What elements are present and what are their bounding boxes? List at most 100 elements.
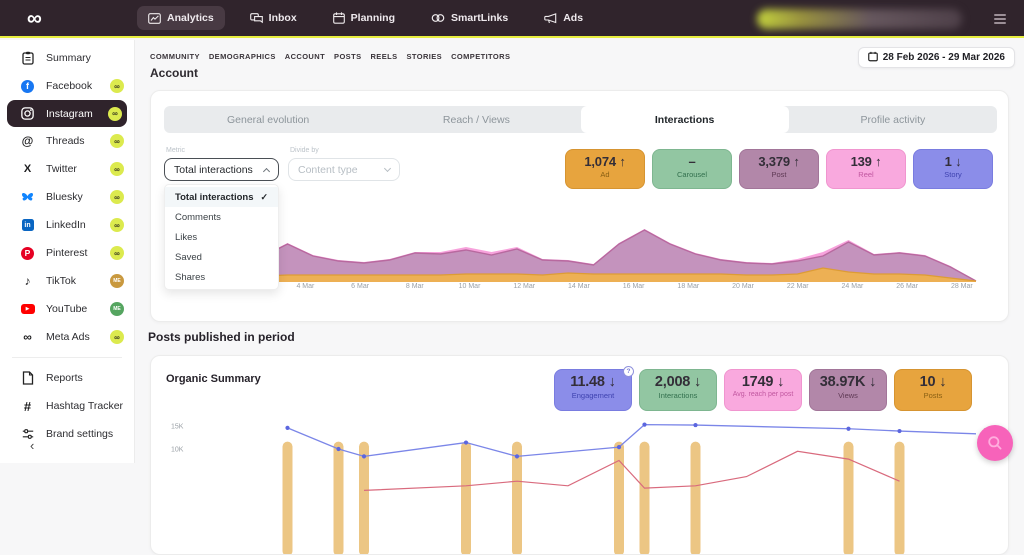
stat-views[interactable]: 38.97K ↓ Views (809, 369, 887, 411)
stat-story[interactable]: 1 ↓ Story (913, 149, 993, 189)
zoom-fab-button[interactable] (977, 425, 1013, 461)
tab-reels[interactable]: REELS (370, 52, 397, 61)
bar[interactable] (512, 442, 522, 555)
sidebar-item-summary[interactable]: Summary (0, 44, 134, 72)
data-point[interactable] (693, 423, 697, 427)
sidebar-item-linkedin[interactable]: in LinkedIn ∞ (0, 211, 134, 239)
metricool-badge-icon: ∞ (110, 162, 124, 176)
x-tick-label: 24 Mar (835, 283, 869, 290)
account-card: General evolution Reach / Views Interact… (150, 90, 1009, 322)
date-range-picker[interactable]: 28 Feb 2026 - 29 Mar 2026 (858, 47, 1015, 68)
account-initials-badge: ME (110, 274, 124, 288)
stat-reel[interactable]: 139 ↑ Reel (826, 149, 906, 189)
sidebar-item-pinterest[interactable]: P Pinterest ∞ (0, 239, 134, 267)
nav-label: Planning (351, 12, 395, 24)
data-point[interactable] (642, 423, 646, 427)
tab-profile-activity[interactable]: Profile activity (789, 106, 997, 133)
sidebar-collapse-chevron[interactable]: ‹ (30, 438, 34, 453)
document-icon (20, 371, 35, 386)
tab-community[interactable]: COMMUNITY (150, 52, 200, 61)
metricool-badge-icon: ∞ (110, 134, 124, 148)
menu-icon[interactable] (994, 14, 1006, 26)
data-point[interactable] (464, 440, 468, 444)
bar[interactable] (283, 442, 293, 555)
nav-smartlinks[interactable]: SmartLinks (420, 6, 519, 30)
bar[interactable] (640, 442, 650, 555)
stat-engagement[interactable]: ? 11.48 ↓ Engagement (554, 369, 632, 411)
help-icon[interactable]: ? (623, 366, 634, 377)
tab-stories[interactable]: STORIES (407, 52, 443, 61)
sidebar-label: Summary (46, 52, 91, 64)
sidebar-item-tiktok[interactable]: ♪ TikTok ME (0, 267, 134, 295)
stat-avg-reach[interactable]: 1749 ↓ Avg. reach per post (724, 369, 802, 411)
option-shares[interactable]: Shares (165, 267, 278, 287)
date-range-text: 28 Feb 2026 - 29 Mar 2026 (883, 52, 1005, 63)
sidebar-item-instagram[interactable]: Instagram ∞ (7, 100, 127, 127)
nav-label: Analytics (167, 12, 214, 24)
x-tick-label: 28 Mar (945, 283, 979, 290)
content-type-stats: 1,074 ↑ Ad – Carousel 3,379 ↑ Post 139 ↑… (565, 149, 993, 189)
data-point[interactable] (897, 429, 901, 433)
sidebar-label: Facebook (46, 80, 92, 92)
bar[interactable] (614, 442, 624, 555)
bar[interactable] (691, 442, 701, 555)
tab-posts[interactable]: POSTS (334, 52, 361, 61)
metricool-badge-icon: ∞ (110, 246, 124, 260)
user-account-pill[interactable] (757, 9, 962, 29)
nav-analytics[interactable]: Analytics (137, 6, 225, 30)
nav-ads[interactable]: Ads (533, 6, 594, 30)
data-point[interactable] (362, 454, 366, 458)
stat-carousel[interactable]: – Carousel (652, 149, 732, 189)
bar[interactable] (334, 442, 344, 555)
twitter-x-icon: X (20, 162, 35, 177)
tab-account[interactable]: ACCOUNT (285, 52, 325, 61)
data-point[interactable] (336, 447, 340, 451)
tab-interactions[interactable]: Interactions (581, 106, 789, 133)
tab-competitors[interactable]: COMPETITORS (451, 52, 510, 61)
sidebar-item-threads[interactable]: @ Threads ∞ (0, 127, 134, 155)
pinterest-icon: P (20, 246, 35, 261)
inbox-icon (250, 13, 263, 24)
x-tick-label: 18 Mar (671, 283, 705, 290)
tab-demographics[interactable]: DEMOGRAPHICS (209, 52, 276, 61)
sidebar-item-twitter[interactable]: X Twitter ∞ (0, 155, 134, 183)
youtube-icon: ▶ (20, 302, 35, 317)
nav-inbox[interactable]: Inbox (239, 6, 308, 30)
option-total-interactions[interactable]: Total interactions ✓ (165, 187, 278, 207)
sidebar-item-hashtag-tracker[interactable]: # Hashtag Tracker (0, 392, 134, 420)
data-point[interactable] (285, 426, 289, 430)
stat-post[interactable]: 3,379 ↑ Post (739, 149, 819, 189)
sidebar-item-brand-settings[interactable]: Brand settings (0, 420, 134, 448)
stat-interactions[interactable]: 2,008 ↓ Interactions (639, 369, 717, 411)
sidebar-item-meta-ads[interactable]: ∞ Meta Ads ∞ (0, 323, 134, 351)
option-likes[interactable]: Likes (165, 227, 278, 247)
x-tick-label: 14 Mar (562, 283, 596, 290)
views-line (288, 425, 977, 457)
sidebar-item-reports[interactable]: Reports (0, 364, 134, 392)
tab-general-evolution[interactable]: General evolution (164, 106, 372, 133)
data-point[interactable] (617, 445, 621, 449)
stat-posts[interactable]: 10 ↓ Posts (894, 369, 972, 411)
metric-select[interactable]: Total interactions (164, 158, 279, 181)
nav-label: Ads (563, 12, 583, 24)
option-comments[interactable]: Comments (165, 207, 278, 227)
option-saved[interactable]: Saved (165, 247, 278, 267)
divide-by-value: Content type (298, 164, 358, 176)
bar[interactable] (461, 442, 471, 555)
posts-section-title: Posts published in period (148, 330, 295, 344)
divide-by-select[interactable]: Content type (288, 158, 400, 181)
stat-ad[interactable]: 1,074 ↑ Ad (565, 149, 645, 189)
sidebar-item-facebook[interactable]: f Facebook ∞ (0, 72, 134, 100)
metricool-logo[interactable]: ∞ (27, 8, 41, 29)
sidebar-item-bluesky[interactable]: Bluesky ∞ (0, 183, 134, 211)
metricool-badge-icon: ∞ (110, 330, 124, 344)
tab-reach-views[interactable]: Reach / Views (372, 106, 580, 133)
nav-planning[interactable]: Planning (322, 6, 406, 30)
data-point[interactable] (515, 454, 519, 458)
analytics-icon (148, 13, 161, 24)
sidebar-label: Reports (46, 372, 83, 384)
bar[interactable] (895, 442, 905, 555)
bar[interactable] (359, 442, 369, 555)
data-point[interactable] (846, 427, 850, 431)
sidebar-item-youtube[interactable]: ▶ YouTube ME (0, 295, 134, 323)
